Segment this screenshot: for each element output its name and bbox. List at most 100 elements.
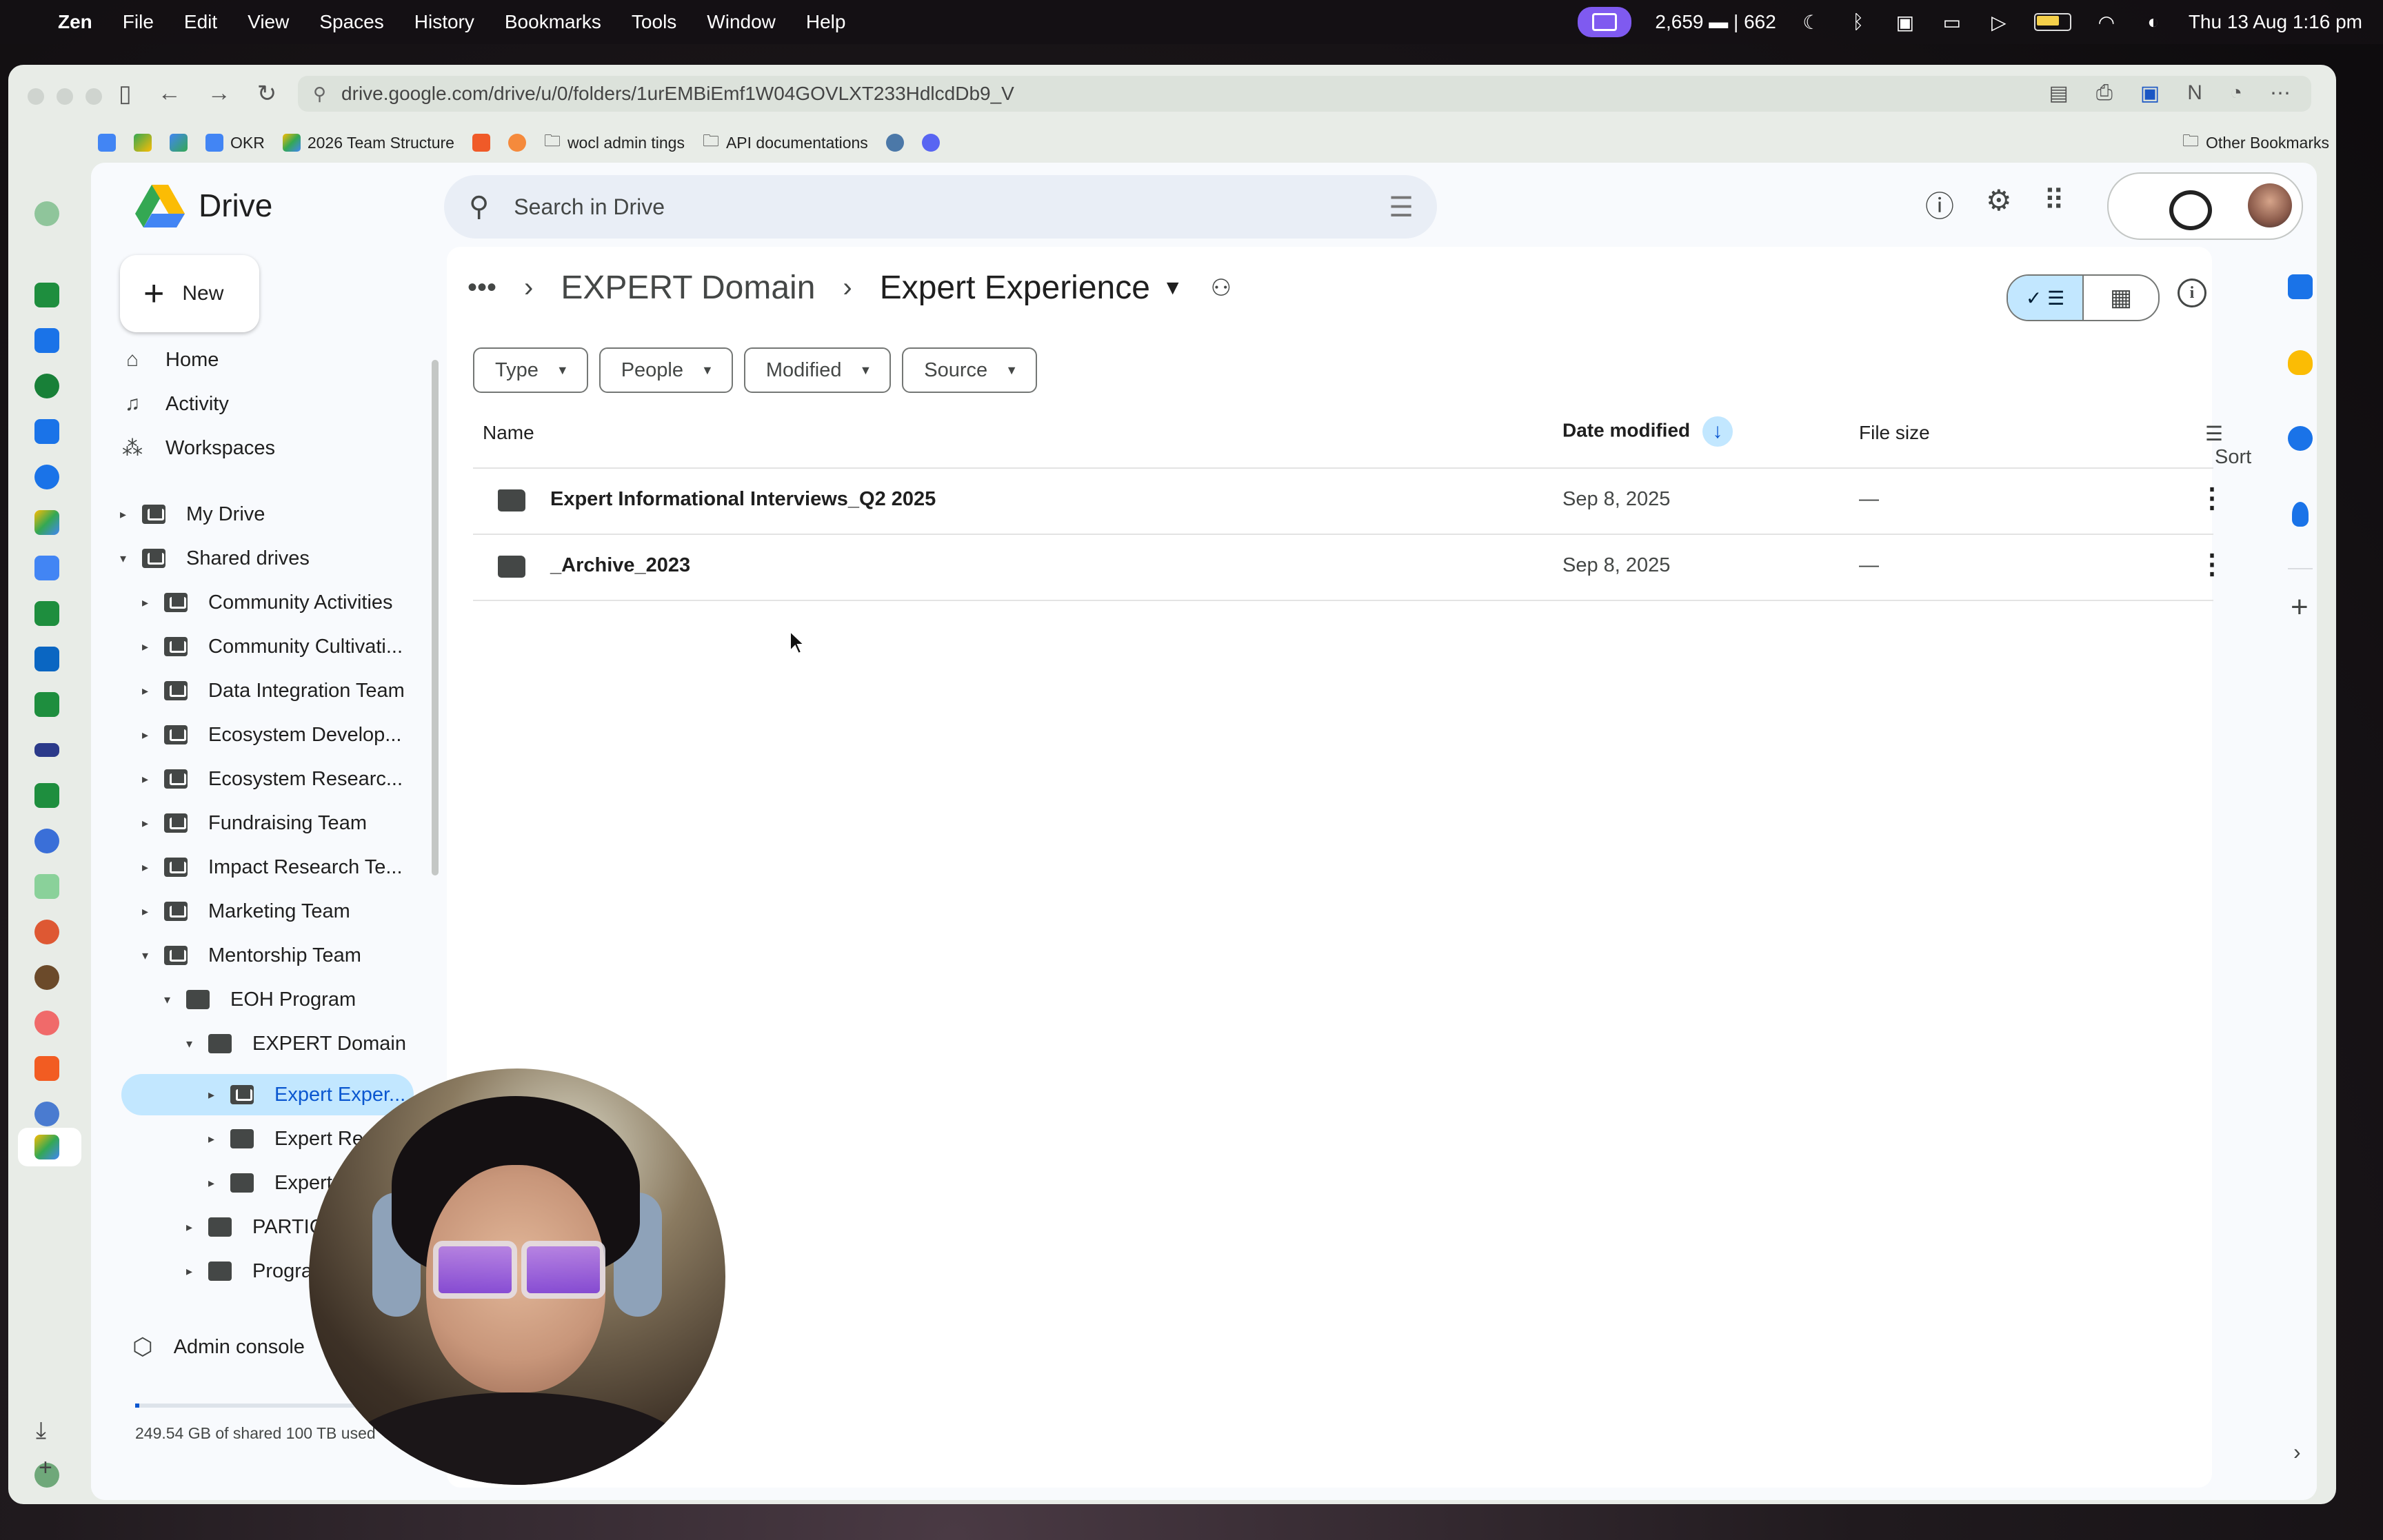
expand-icon[interactable]: ▸ — [142, 816, 156, 831]
asana-icon[interactable] — [34, 1011, 59, 1035]
bluetooth-icon[interactable]: ᛒ — [1847, 11, 1870, 32]
storage-text[interactable]: 249.54 GB of shared 100 TB used — [135, 1424, 376, 1443]
calendar-icon[interactable] — [34, 419, 59, 444]
menu-bookmarks[interactable]: Bookmarks — [505, 11, 601, 33]
tree-folder-expert-experience[interactable]: ▸ Expert Exper... — [208, 1074, 405, 1115]
menu-help[interactable]: Help — [806, 11, 846, 33]
tree-folder-expert-re[interactable]: ▸ Expert Re — [208, 1118, 363, 1159]
column-header-date-modified[interactable]: Date modified ↓ — [1562, 416, 1733, 447]
duckduckgo-icon[interactable] — [34, 920, 59, 944]
minimize-window-button[interactable] — [57, 88, 73, 105]
tab-icon[interactable] — [34, 465, 59, 489]
tab-icon[interactable] — [34, 601, 59, 626]
tree-folder-expert-domain[interactable]: ▾ EXPERT Domain — [186, 1023, 406, 1064]
tab-icon[interactable] — [34, 201, 59, 226]
expand-icon[interactable]: ▸ — [142, 596, 156, 610]
sidebar-item-my-drive[interactable]: ▸ My Drive — [120, 494, 265, 535]
file-name[interactable]: Expert Informational Interviews_Q2 2025 — [550, 488, 936, 511]
shared-people-icon[interactable]: ⚇ — [1211, 274, 1231, 302]
table-row[interactable]: Expert Informational Interviews_Q2 2025 … — [473, 469, 2226, 534]
drive-icon[interactable] — [34, 1135, 59, 1159]
settings-icon[interactable]: ⚙ — [1986, 183, 2012, 225]
more-breadcrumb-icon[interactable]: ••• — [467, 272, 496, 303]
grid-view-button[interactable]: ▦ — [2084, 276, 2158, 320]
breadcrumb-parent[interactable]: EXPERT Domain — [561, 269, 815, 307]
search-placeholder[interactable]: Search in Drive — [514, 194, 665, 220]
tab-icon[interactable] — [34, 965, 59, 990]
tree-folder-eoh[interactable]: ▾ EOH Program — [164, 979, 356, 1020]
extension-2-icon[interactable]: ◔ — [2230, 81, 2242, 105]
tasks-icon[interactable] — [2288, 426, 2313, 451]
more-actions-icon[interactable]: ⋮ — [2198, 549, 2226, 580]
new-tab-icon[interactable]: + — [39, 1455, 52, 1481]
file-name[interactable]: _Archive_2023 — [550, 554, 690, 577]
shared-drive-item[interactable]: ▸ Fundraising Team — [142, 802, 367, 844]
tab-icon[interactable] — [34, 283, 59, 307]
menu-window[interactable]: Window — [707, 11, 776, 33]
battery-icon[interactable] — [2033, 13, 2071, 31]
control-center-icon[interactable]: ◐ — [2142, 11, 2165, 32]
shared-drive-item[interactable]: ▸ Ecosystem Researc... — [142, 758, 403, 800]
breadcrumb-current[interactable]: Expert Experience — [880, 269, 1150, 307]
drive-bookmark-icon[interactable] — [134, 134, 152, 152]
sidebar-toggle-icon[interactable]: ▯ — [119, 80, 132, 108]
app-status-icon[interactable]: ▣ — [1893, 12, 1917, 33]
calendar-icon[interactable] — [34, 328, 59, 353]
menu-view[interactable]: View — [248, 11, 289, 33]
tree-folder-progra[interactable]: ▸ Progra — [186, 1250, 312, 1292]
screen-record-icon[interactable] — [1578, 7, 1632, 37]
collapse-icon[interactable]: ▾ — [164, 993, 178, 1007]
expand-icon[interactable]: ▸ — [186, 1264, 200, 1279]
menu-app-name[interactable]: Zen — [58, 11, 92, 33]
shared-drive-item[interactable]: ▸ Community Activities — [142, 582, 393, 623]
chevron-right-icon[interactable]: › — [2293, 1439, 2301, 1465]
people-icon[interactable] — [34, 1102, 59, 1126]
expand-icon[interactable]: ▸ — [142, 684, 156, 698]
menu-spaces[interactable]: Spaces — [319, 11, 383, 33]
expand-icon[interactable]: ▸ — [120, 507, 134, 522]
more-actions-icon[interactable]: ⋮ — [2198, 483, 2226, 514]
expand-icon[interactable]: ▸ — [142, 860, 156, 875]
bookmark-icon[interactable] — [170, 134, 188, 152]
expand-icon[interactable]: ▸ — [142, 904, 156, 919]
tab-icon[interactable] — [34, 743, 59, 757]
shared-drive-item[interactable]: ▸ Marketing Team — [142, 891, 350, 932]
docs-icon[interactable] — [34, 556, 59, 580]
sidebar-item-shared-drives[interactable]: ▾ Shared drives — [120, 538, 310, 579]
bookmark-folder-api[interactable]: 🗀 API documentations — [703, 129, 868, 157]
expand-icon[interactable]: ▸ — [142, 728, 156, 742]
expand-icon[interactable]: ▸ — [186, 1220, 200, 1235]
sidebar-item-activity[interactable]: ♫ Activity — [120, 383, 229, 425]
calendar-icon[interactable] — [2288, 274, 2313, 299]
download-icon[interactable]: ⤓ — [36, 1417, 46, 1444]
linkedin-icon[interactable] — [34, 647, 59, 671]
shared-drive-item[interactable]: ▸ Community Cultivati... — [142, 626, 403, 667]
column-header-file-size[interactable]: File size — [1859, 422, 1930, 444]
forward-icon[interactable]: → — [208, 80, 231, 108]
sidebar-item-home[interactable]: ⌂ Home — [120, 339, 219, 381]
bookmark-icon[interactable] — [98, 134, 116, 152]
tab-icon[interactable] — [34, 692, 59, 717]
maximize-window-button[interactable] — [86, 88, 102, 105]
wifi-icon[interactable]: ◠ — [2095, 12, 2118, 33]
bookmark-icon[interactable] — [507, 134, 526, 152]
account-switcher[interactable] — [2107, 172, 2303, 240]
url-text[interactable]: drive.google.com/drive/u/0/folders/1urEM… — [341, 83, 1014, 105]
tree-folder-partic[interactable]: ▸ PARTIC — [186, 1206, 324, 1248]
reload-icon[interactable]: ↻ — [257, 80, 277, 108]
site-info-icon[interactable]: ⚲ — [313, 83, 326, 105]
expand-icon[interactable]: ▸ — [208, 1132, 222, 1146]
apps-grid-icon[interactable]: ⠿ — [2044, 183, 2065, 225]
shared-drive-item[interactable]: ▸ Ecosystem Develop... — [142, 714, 401, 756]
admin-console-link[interactable]: ⬡ Admin console — [132, 1333, 305, 1361]
help-icon[interactable]: ⓘ — [1925, 183, 1954, 225]
expand-icon[interactable]: ▸ — [142, 772, 156, 787]
collapse-icon[interactable]: ▾ — [120, 551, 134, 566]
sidebar-scrollbar[interactable] — [432, 360, 439, 875]
clock[interactable]: Thu 13 Aug 1:16 pm — [2189, 11, 2362, 33]
contacts-icon[interactable] — [2292, 502, 2309, 527]
reader-icon[interactable]: ▤ — [2049, 81, 2068, 105]
expand-icon[interactable]: ▸ — [142, 640, 156, 654]
play-icon[interactable]: ▷ — [1987, 12, 2011, 33]
sort-button[interactable]: ☰ Sort — [2205, 422, 2251, 469]
